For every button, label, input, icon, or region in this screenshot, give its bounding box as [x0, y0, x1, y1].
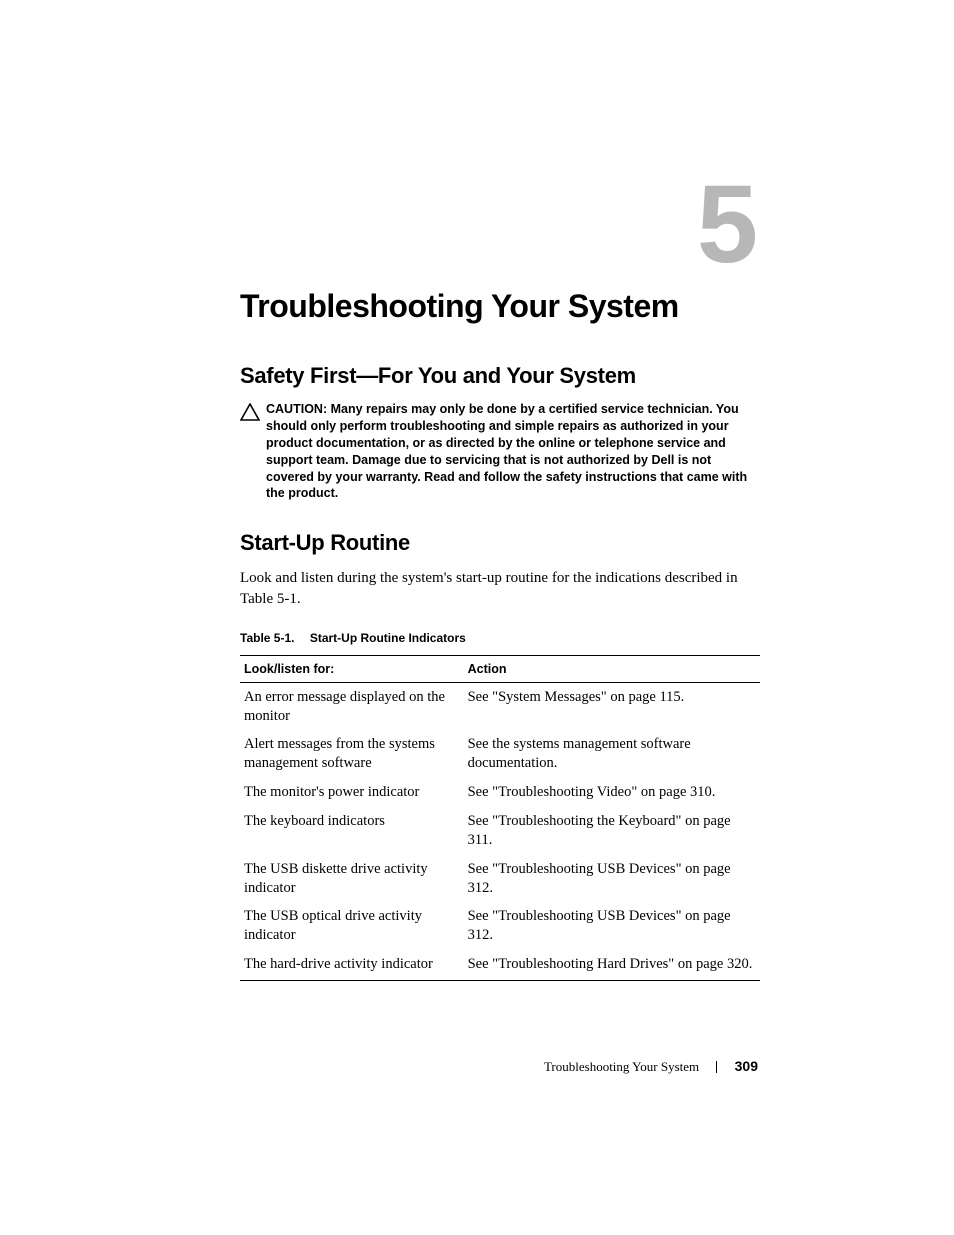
- cell-look: The hard-drive activity indicator: [240, 950, 464, 980]
- section-heading-startup: Start-Up Routine: [240, 530, 760, 556]
- cell-action: See the systems management software docu…: [464, 730, 760, 778]
- footer-section-title: Troubleshooting Your System: [544, 1059, 699, 1074]
- table-caption: Table 5-1. Start-Up Routine Indicators: [240, 631, 760, 645]
- table-caption-id: Table 5-1.: [240, 631, 294, 645]
- cell-action: See "Troubleshooting the Keyboard" on pa…: [464, 807, 760, 855]
- page: 5 Troubleshooting Your System Safety Fir…: [0, 0, 954, 1235]
- cell-action: See "Troubleshooting USB Devices" on pag…: [464, 902, 760, 950]
- caution-label: CAUTION:: [266, 402, 327, 416]
- table-row: The USB diskette drive activity indicato…: [240, 855, 760, 903]
- cell-look: The USB optical drive activity indicator: [240, 902, 464, 950]
- page-footer: Troubleshooting Your System 309: [544, 1058, 758, 1075]
- table-header-row: Look/listen for: Action: [240, 655, 760, 682]
- table-row: The keyboard indicators See "Troubleshoo…: [240, 807, 760, 855]
- cell-look: The keyboard indicators: [240, 807, 464, 855]
- caution-triangle-icon: [240, 403, 260, 426]
- caution-block: CAUTION: Many repairs may only be done b…: [240, 401, 760, 502]
- cell-look: The monitor's power indicator: [240, 778, 464, 807]
- cell-look: An error message displayed on the monito…: [240, 682, 464, 730]
- startup-body-text: Look and listen during the system's star…: [240, 568, 760, 609]
- table-row: The USB optical drive activity indicator…: [240, 902, 760, 950]
- startup-indicators-table: Look/listen for: Action An error message…: [240, 655, 760, 981]
- footer-separator: [716, 1061, 717, 1073]
- caution-text: CAUTION: Many repairs may only be done b…: [266, 401, 760, 502]
- cell-action: See "Troubleshooting Hard Drives" on pag…: [464, 950, 760, 980]
- table-caption-title: Start-Up Routine Indicators: [310, 631, 466, 645]
- cell-action: See "System Messages" on page 115.: [464, 682, 760, 730]
- table-header-look: Look/listen for:: [240, 655, 464, 682]
- cell-look: The USB diskette drive activity indicato…: [240, 855, 464, 903]
- caution-body: Many repairs may only be done by a certi…: [266, 402, 747, 500]
- table-row: An error message displayed on the monito…: [240, 682, 760, 730]
- content-column: Troubleshooting Your System Safety First…: [240, 288, 760, 981]
- chapter-number: 5: [697, 170, 758, 280]
- table-row: The hard-drive activity indicator See "T…: [240, 950, 760, 980]
- cell-action: See "Troubleshooting USB Devices" on pag…: [464, 855, 760, 903]
- section-heading-safety: Safety First—For You and Your System: [240, 363, 760, 389]
- footer-page-number: 309: [735, 1058, 758, 1074]
- table-header-action: Action: [464, 655, 760, 682]
- cell-look: Alert messages from the systems manageme…: [240, 730, 464, 778]
- chapter-title: Troubleshooting Your System: [240, 288, 760, 325]
- table-row: The monitor's power indicator See "Troub…: [240, 778, 760, 807]
- table-row: Alert messages from the systems manageme…: [240, 730, 760, 778]
- cell-action: See "Troubleshooting Video" on page 310.: [464, 778, 760, 807]
